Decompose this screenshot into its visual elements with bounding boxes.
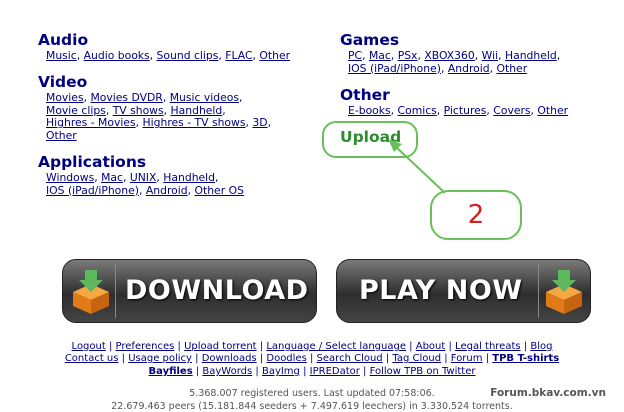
- footer-logout[interactable]: Logout: [72, 341, 106, 352]
- link-games-ios[interactable]: IOS (iPad/iPhone): [348, 62, 441, 75]
- annotation-bubble: 2: [430, 190, 522, 240]
- download-button[interactable]: DOWNLOAD: [62, 259, 317, 323]
- link-other-other[interactable]: Other: [537, 104, 568, 117]
- upload-highlight-box: [322, 121, 418, 158]
- category-title-audio[interactable]: Audio: [38, 31, 290, 50]
- link-mac-games[interactable]: Mac: [369, 49, 391, 62]
- link-video-other[interactable]: Other: [46, 129, 77, 142]
- footer-search-cloud[interactable]: Search Cloud: [317, 353, 383, 364]
- category-title-video[interactable]: Video: [38, 73, 271, 92]
- download-box-icon: [73, 270, 109, 314]
- footer-about[interactable]: About: [416, 341, 446, 352]
- footer-tag-cloud[interactable]: Tag Cloud: [392, 353, 441, 364]
- link-highres-tv-shows[interactable]: Highres - TV shows: [143, 116, 246, 129]
- stats-peers: 22.679.463 peers (15.181.844 seeders + 7…: [111, 401, 513, 412]
- link-movie-clips[interactable]: Movie clips: [46, 104, 106, 117]
- category-title-games[interactable]: Games: [340, 31, 560, 50]
- footer-contact-us[interactable]: Contact us: [65, 353, 119, 364]
- link-comics[interactable]: Comics: [398, 104, 437, 117]
- link-apps-ios[interactable]: IOS (iPad/iPhone): [46, 184, 139, 197]
- footer-blog[interactable]: Blog: [530, 341, 552, 352]
- link-tv-shows[interactable]: TV shows: [113, 104, 164, 117]
- link-audio-books[interactable]: Audio books: [84, 49, 150, 62]
- link-wii[interactable]: Wii: [482, 49, 498, 62]
- footer-links-row-1: Logout | Preferences | Upload torrent | …: [71, 341, 553, 352]
- link-flac[interactable]: FLAC: [225, 49, 252, 62]
- link-movies[interactable]: Movies: [46, 91, 84, 104]
- category-title-applications[interactable]: Applications: [38, 153, 244, 172]
- download-box-icon: [546, 270, 582, 314]
- footer-doodles[interactable]: Doodles: [266, 353, 306, 364]
- link-sound-clips[interactable]: Sound clips: [157, 49, 219, 62]
- link-unix[interactable]: UNIX: [130, 171, 157, 184]
- category-other: Other E-books, Comics, Pictures, Covers,…: [340, 86, 569, 117]
- footer-ipredator[interactable]: IPREDator: [310, 366, 360, 377]
- footer-language[interactable]: Language / Select language: [266, 341, 406, 352]
- footer-links-row-2: Contact us | Usage policy | Downloads | …: [64, 353, 560, 364]
- footer-bayfiles[interactable]: Bayfiles: [149, 366, 193, 377]
- link-psx[interactable]: PSx: [398, 49, 418, 62]
- link-audio-other[interactable]: Other: [259, 49, 290, 62]
- footer-tpb-tshirts[interactable]: TPB T-shirts: [492, 353, 559, 364]
- footer-baywords[interactable]: BayWords: [202, 366, 252, 377]
- link-other-os[interactable]: Other OS: [194, 184, 243, 197]
- footer-forum[interactable]: Forum: [451, 353, 483, 364]
- link-covers[interactable]: Covers: [493, 104, 530, 117]
- footer-links-row-3: Bayfiles | BayWords | BayImg | IPREDator…: [148, 366, 476, 377]
- link-pictures[interactable]: Pictures: [444, 104, 487, 117]
- footer-preferences[interactable]: Preferences: [116, 341, 175, 352]
- link-apps-handheld[interactable]: Handheld: [163, 171, 215, 184]
- link-music-videos[interactable]: Music videos: [170, 91, 239, 104]
- link-movies-dvdr[interactable]: Movies DVDR: [90, 91, 162, 104]
- download-button-label: DOWNLOAD: [125, 275, 309, 306]
- footer-downloads[interactable]: Downloads: [202, 353, 257, 364]
- link-video-handheld[interactable]: Handheld: [171, 104, 223, 117]
- footer-legal-threats[interactable]: Legal threats: [455, 341, 521, 352]
- footer-bayimg[interactable]: BayImg: [262, 366, 300, 377]
- link-windows[interactable]: Windows: [46, 171, 94, 184]
- category-audio: Audio Music, Audio books, Sound clips, F…: [38, 31, 291, 62]
- link-games-other[interactable]: Other: [496, 62, 527, 75]
- link-xbox360[interactable]: XBOX360: [424, 49, 474, 62]
- link-apps-android[interactable]: Android: [146, 184, 188, 197]
- footer-upload-torrent[interactable]: Upload torrent: [184, 341, 257, 352]
- play-now-button-label: PLAY NOW: [359, 275, 523, 306]
- link-games-android[interactable]: Android: [448, 62, 490, 75]
- watermark: Forum.bkav.com.vn: [490, 387, 606, 399]
- link-music[interactable]: Music: [46, 49, 77, 62]
- link-ebooks[interactable]: E-books: [348, 104, 391, 117]
- category-applications: Applications Windows, Mac, UNIX, Handhel…: [38, 153, 244, 197]
- category-games: Games PC, Mac, PSx, XBOX360, Wii, Handhe…: [340, 31, 561, 75]
- footer-usage-policy[interactable]: Usage policy: [128, 353, 192, 364]
- link-3d[interactable]: 3D: [252, 116, 267, 129]
- category-title-other[interactable]: Other: [340, 86, 568, 105]
- link-pc[interactable]: PC: [348, 49, 362, 62]
- link-games-handheld[interactable]: Handheld: [505, 49, 557, 62]
- link-highres-movies[interactable]: Highres - Movies: [46, 116, 136, 129]
- link-mac-apps[interactable]: Mac: [101, 171, 123, 184]
- annotation-number: 2: [467, 200, 485, 230]
- category-video: Video Movies, Movies DVDR, Music videos,…: [38, 73, 271, 142]
- footer-follow-twitter[interactable]: Follow TPB on Twitter: [370, 366, 476, 377]
- play-now-button[interactable]: PLAY NOW: [336, 259, 591, 323]
